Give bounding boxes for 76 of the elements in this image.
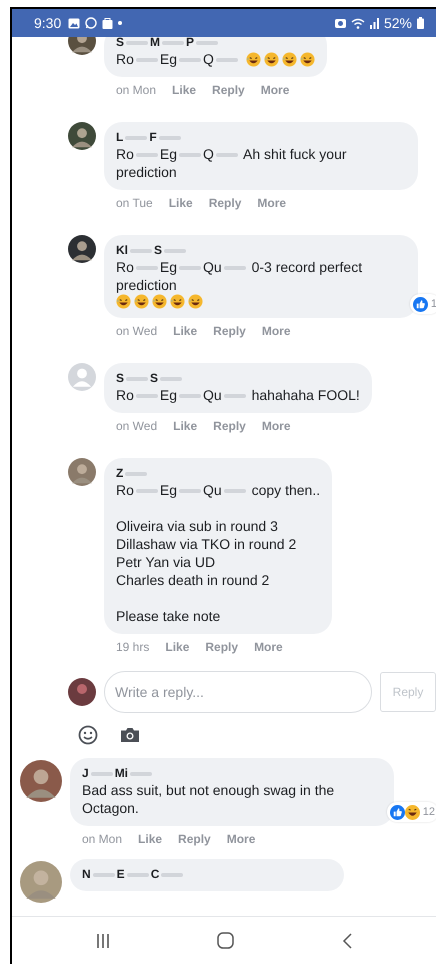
like-link[interactable]: Like xyxy=(138,832,162,846)
reply-button[interactable]: Reply xyxy=(380,672,436,712)
commenter-name: S M P xyxy=(116,37,315,50)
reply-input[interactable]: Write a reply... xyxy=(104,671,372,713)
more-link[interactable]: More xyxy=(260,83,290,97)
laughing-emoji-icon xyxy=(134,294,149,309)
alarm-icon xyxy=(334,18,346,28)
comment-time: on Mon xyxy=(116,83,156,97)
more-link[interactable]: More xyxy=(262,419,291,433)
avatar-photo xyxy=(68,235,96,263)
comment-time: on Wed xyxy=(116,419,158,433)
comment-text: Ro Eg Qu copy then.. xyxy=(116,481,320,499)
dot-icon xyxy=(118,21,122,25)
camera-icon[interactable] xyxy=(120,727,140,743)
laughing-emoji-icon xyxy=(152,294,167,309)
reply-link[interactable]: Reply xyxy=(178,832,211,846)
like-link[interactable]: Like xyxy=(172,83,196,97)
laughing-emoji-icon xyxy=(264,52,279,66)
avatar-photo xyxy=(68,458,96,486)
commenter-name: J Mi xyxy=(82,765,382,781)
comment-text: Bad ass suit, but not enough swag in the Octagon. xyxy=(82,781,336,817)
gallery-icon xyxy=(68,18,80,28)
battery-percent: 52% xyxy=(384,15,412,31)
emoji-icon[interactable] xyxy=(78,725,98,745)
comment-text: Ro Eg Qu 0-3 record perfect prediction xyxy=(116,258,364,294)
more-link[interactable]: More xyxy=(254,640,283,654)
laughing-emoji-icon xyxy=(300,52,315,66)
reply-link[interactable]: Reply xyxy=(213,324,246,338)
more-link[interactable]: More xyxy=(226,832,256,846)
like-reaction-icon xyxy=(412,296,428,312)
like-link[interactable]: Like xyxy=(173,324,198,338)
avatar-photo xyxy=(20,861,62,903)
reply-link[interactable]: Reply xyxy=(212,83,245,97)
like-link[interactable]: Like xyxy=(168,196,193,210)
comment-text: Ro Eg Q xyxy=(116,50,240,68)
commenter-name: Z xyxy=(116,465,320,481)
laughing-emoji-icon xyxy=(188,294,203,309)
commenter-name: L F xyxy=(116,129,406,145)
chat-icon xyxy=(85,17,98,29)
reply-link[interactable]: Reply xyxy=(208,196,242,210)
signal-icon xyxy=(370,18,379,28)
wifi-icon xyxy=(350,18,365,28)
status-time: 9:30 xyxy=(34,15,62,31)
laughing-emoji-icon xyxy=(246,52,261,66)
like-link[interactable]: Like xyxy=(165,640,190,654)
laughing-reaction-icon xyxy=(404,804,420,820)
comment-paragraph: Please take note xyxy=(116,607,222,625)
reply-link[interactable]: Reply xyxy=(213,419,246,433)
comment-time: on Tue xyxy=(116,196,153,210)
commenter-name: N E C xyxy=(82,866,332,882)
home-icon[interactable] xyxy=(217,932,234,949)
comment-time: on Wed xyxy=(116,324,158,338)
avatar-photo xyxy=(20,760,62,802)
comment-text: Ro Eg Qu hahahaha FOOL! xyxy=(116,386,360,404)
like-link[interactable]: Like xyxy=(173,419,198,433)
commenter-name: Kl S xyxy=(116,242,406,258)
reaction-count: 12 xyxy=(422,805,435,820)
reaction-badge[interactable]: 12 xyxy=(386,802,436,822)
comment-paragraph: Oliveira via sub in round 3 Dillashaw via TKO in round 2 Petr Yan via UD Charles death in round 2 xyxy=(116,517,298,589)
reply-link[interactable]: Reply xyxy=(205,640,238,654)
comment-time: 19 hrs xyxy=(116,640,150,654)
comment-text: Ro Eg Q Ah shit fuck your prediction xyxy=(116,145,348,181)
laughing-emoji-icon xyxy=(116,294,131,309)
more-link[interactable]: More xyxy=(262,324,291,338)
back-icon[interactable] xyxy=(342,932,352,948)
battery-icon xyxy=(417,17,424,29)
recent-apps-icon[interactable] xyxy=(96,932,110,948)
commenter-name: S S xyxy=(116,370,360,386)
avatar-photo xyxy=(68,122,96,150)
avatar-photo xyxy=(68,678,96,706)
comment-time: on Mon xyxy=(82,832,122,846)
laughing-emoji-icon xyxy=(170,294,185,309)
like-reaction-icon xyxy=(390,804,405,820)
bag-icon xyxy=(102,17,114,29)
laughing-emoji-icon xyxy=(282,52,297,66)
more-link[interactable]: More xyxy=(257,196,286,210)
